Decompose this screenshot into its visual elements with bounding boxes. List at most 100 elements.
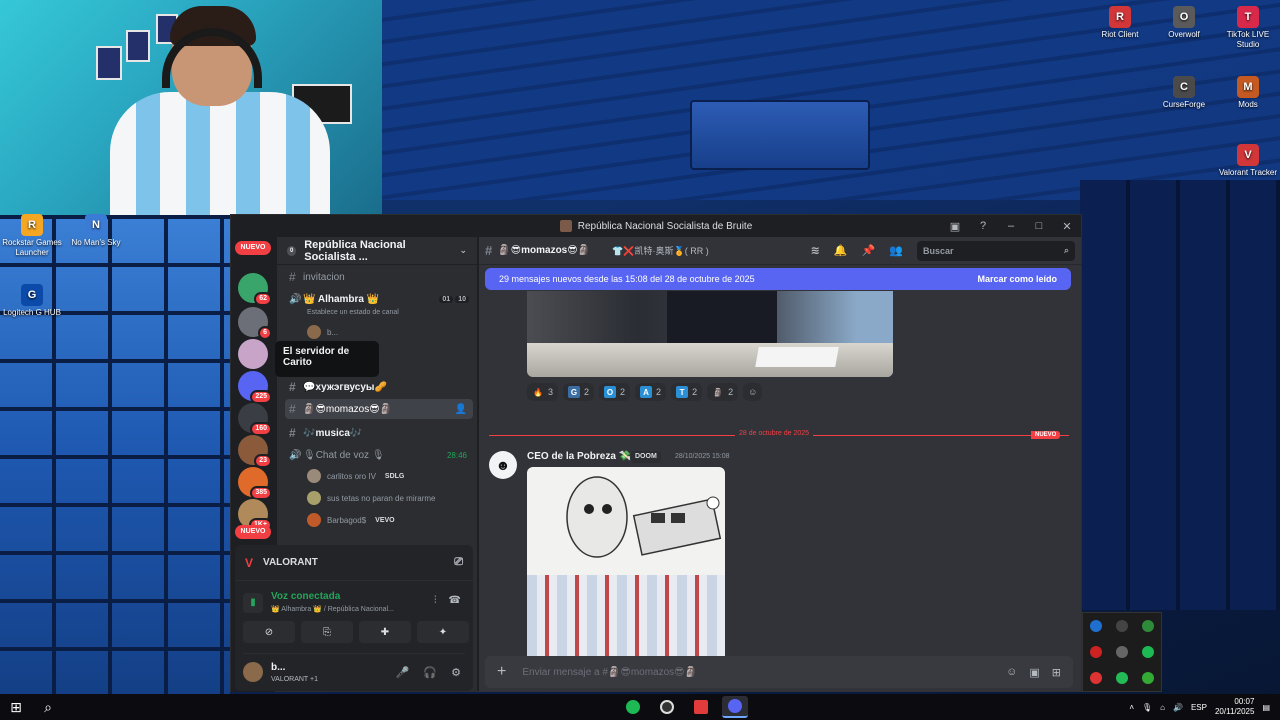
avatar[interactable]: ☻ [489, 451, 517, 479]
plus-icon[interactable]: + [497, 663, 506, 681]
signal-icon[interactable]: ▮ [243, 593, 263, 613]
desktop-icon-rockstar[interactable]: R Rockstar Games Launcher [0, 214, 64, 258]
search-input[interactable]: Buscar ⌕ [917, 240, 1075, 261]
gear-icon[interactable]: ⚙ [451, 666, 461, 679]
gift-icon[interactable]: ⊞ [1052, 666, 1061, 679]
screen-share-button[interactable]: ⎘ [301, 621, 353, 643]
disconnect-icon[interactable]: ☎ [449, 595, 461, 606]
screen-share-icon[interactable]: ⎚ [454, 556, 463, 569]
message-author[interactable]: CEO de la Pobreza 💸 [527, 451, 631, 462]
voice-status[interactable]: Voz conectada [271, 591, 340, 602]
tray-app-icon[interactable] [1116, 646, 1128, 658]
notification-icon[interactable]: ▤ [1262, 703, 1270, 712]
microphone-icon[interactable]: 🎤 [396, 666, 410, 679]
meme-image[interactable] [527, 467, 725, 665]
maximize-button[interactable]: □ [1031, 218, 1047, 234]
server-icon[interactable]: 62 [238, 273, 272, 306]
desktop-icon-valorant-tracker[interactable]: V Valorant Tracker [1216, 144, 1280, 178]
tray-app-icon[interactable] [1116, 672, 1128, 684]
search-icon[interactable]: ⌕ [32, 699, 64, 716]
chevron-down-icon[interactable]: ⌄ [459, 245, 467, 256]
new-pill-bottom[interactable]: NUEVO [235, 525, 271, 539]
voice-user[interactable]: Barbagod$ VEVO [307, 511, 398, 529]
camera-off-button[interactable]: ⊘ [243, 621, 295, 643]
voice-user[interactable]: carlitos oro IV SDLG [307, 467, 408, 485]
inbox-icon[interactable]: ▣ [947, 218, 963, 234]
emoji-icon[interactable]: ☺ [1006, 666, 1017, 679]
reaction[interactable]: 🔥 3 [527, 383, 559, 401]
taskbar-valorant[interactable] [688, 696, 714, 718]
server-icon[interactable]: 23 [238, 435, 272, 468]
bluetooth-icon[interactable] [1090, 620, 1102, 632]
new-messages-bar[interactable]: 29 mensajes nuevos desde las 15:08 del 2… [485, 268, 1071, 290]
add-member-icon[interactable]: 👤 [455, 404, 467, 415]
reaction[interactable]: G2 [563, 383, 595, 401]
minimize-button[interactable]: – [1003, 218, 1019, 234]
desktop-icon-mods[interactable]: M Mods [1216, 76, 1280, 110]
taskbar-obs[interactable] [654, 696, 680, 718]
windows-start-icon[interactable]: ⊞ [0, 699, 32, 716]
nvidia-icon[interactable] [1142, 620, 1154, 632]
voice-channel-alhambra[interactable]: 🔊 👑 Alhambra 👑 01 10 [285, 289, 473, 309]
username[interactable]: b... [271, 662, 285, 673]
avatar[interactable] [243, 662, 263, 682]
taskbar-discord[interactable] [722, 696, 748, 718]
channel-status-prompt[interactable]: Establece un estado de canal [307, 309, 399, 316]
tray-app-icon[interactable] [1090, 646, 1102, 658]
desktop-icon-logitech[interactable]: G Logitech G HUB [0, 284, 64, 318]
tray-app-icon[interactable] [1116, 620, 1128, 632]
attachment-image[interactable] [527, 291, 893, 377]
voice-user[interactable]: sus tetas no paran de mirarme [307, 489, 436, 507]
channel-momazos[interactable]: # 🗿😎momazos😎🗿 👤 [285, 399, 473, 419]
guild-header[interactable]: 0 República Nacional Socialista ... ⌄ [277, 237, 477, 265]
bell-icon[interactable]: 🔔 [834, 244, 848, 257]
voice-user[interactable]: b... [307, 323, 338, 341]
threads-icon[interactable]: ≋ [811, 244, 820, 257]
activity-row[interactable]: V VALORANT ⎚ [235, 545, 473, 581]
channel-topic[interactable]: 👕❌凯特·奥斯🏅( RR ) [612, 244, 709, 257]
soundboard-button[interactable]: ✦ [417, 621, 469, 643]
desktop-icon-curseforge[interactable]: C CurseForge [1152, 76, 1216, 110]
channel-musica[interactable]: # 🎶musica🎶 [285, 423, 473, 443]
channel-xuj[interactable]: # 💬хужэгвусуы🥜 [285, 377, 473, 397]
reaction[interactable]: T2 [671, 383, 703, 401]
member-list-icon[interactable]: 👥 [889, 244, 903, 257]
xbox-icon[interactable] [1142, 672, 1154, 684]
server-icon[interactable]: 385 [238, 467, 272, 500]
desktop-icon-riot-client[interactable]: R Riot Client [1088, 6, 1152, 40]
network-icon[interactable]: ⌂ [1160, 703, 1165, 712]
pin-icon[interactable]: 📌 [862, 244, 876, 257]
activities-button[interactable]: ✚ [359, 621, 411, 643]
desktop-icon-overwolf[interactable]: O Overwolf [1152, 6, 1216, 40]
tray-app-icon[interactable] [1090, 672, 1102, 684]
reaction[interactable]: 🗿 2 [707, 383, 739, 401]
server-icon-carito[interactable] [238, 339, 268, 369]
volume-icon[interactable]: 🔊 [1173, 703, 1183, 712]
mark-as-read-button[interactable]: Marcar como leído [977, 274, 1057, 284]
message-input[interactable]: + Enviar mensaje a #🗿😎momazos😎🗿 ☺ ▣ ⊞ [485, 656, 1073, 688]
guild-tag[interactable]: DOOM [631, 451, 661, 463]
channel-invitacion[interactable]: # invitacion [285, 267, 473, 287]
add-reaction-button[interactable]: ☺ [743, 383, 763, 401]
help-icon[interactable]: ? [975, 218, 991, 234]
server-icon[interactable]: 225 [238, 371, 272, 404]
clock[interactable]: 00:07 20/11/2025 [1215, 697, 1254, 717]
headphones-icon[interactable]: 🎧 [423, 666, 437, 679]
desktop-icon-no-mans-sky[interactable]: N No Man's Sky [64, 214, 128, 248]
reaction[interactable]: O2 [599, 383, 631, 401]
voice-location[interactable]: 👑 Alhambra 👑 / República Nacional... [271, 605, 394, 613]
taskbar-spotify[interactable] [620, 696, 646, 718]
reaction[interactable]: A2 [635, 383, 667, 401]
language-indicator[interactable]: ESP [1191, 703, 1207, 712]
spotify-icon[interactable] [1142, 646, 1154, 658]
close-button[interactable]: ✕ [1059, 218, 1075, 234]
voice-channel-chat-de-voz[interactable]: 🔊 🎙Chat de voz 🎙 28:46 [285, 445, 473, 465]
server-icon[interactable]: 160 [238, 403, 272, 436]
new-pill-top[interactable]: NUEVO [235, 241, 271, 255]
desktop-icon-tiktok-live[interactable]: T TikTok LIVE Studio [1216, 6, 1280, 50]
server-icon[interactable]: 6 [238, 307, 272, 340]
noise-suppression-icon[interactable]: ⫶ [434, 595, 437, 606]
microphone-icon[interactable]: 🎙 [1142, 703, 1152, 712]
chevron-up-icon[interactable]: ˄ [1129, 703, 1134, 712]
gif-icon[interactable]: ▣ [1029, 666, 1039, 679]
